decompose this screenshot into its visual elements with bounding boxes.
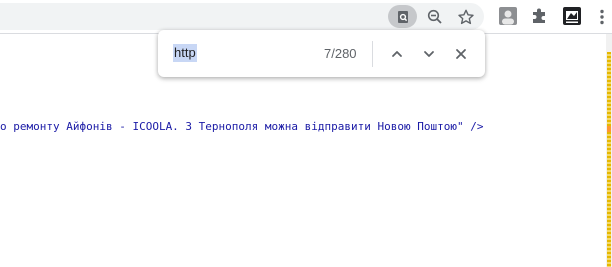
find-bar: http 7/280	[158, 30, 485, 77]
close-icon	[456, 49, 466, 59]
puzzle-icon[interactable]	[529, 6, 549, 26]
extension-dark-icon[interactable]	[563, 7, 581, 25]
kebab-menu-icon[interactable]	[595, 5, 609, 28]
extension-avatar-icon[interactable]	[499, 7, 517, 25]
chevron-up-icon	[392, 51, 402, 57]
find-separator	[372, 41, 373, 67]
match-marks	[607, 52, 611, 267]
scrollbar-match-markers[interactable]	[606, 34, 612, 267]
find-match-count: 7/280	[324, 46, 357, 61]
previous-match-button[interactable]	[385, 42, 409, 66]
close-find-button[interactable]	[449, 42, 473, 66]
star-icon[interactable]	[454, 5, 478, 28]
chevron-down-icon	[424, 51, 434, 57]
source-code-line: о ремонту Айфонів - ICOOLA. З Тернополя …	[0, 120, 484, 133]
find-in-page-icon[interactable]	[388, 5, 417, 28]
zoom-icon[interactable]	[423, 5, 447, 28]
next-match-button[interactable]	[417, 42, 441, 66]
find-input[interactable]: http	[173, 44, 197, 62]
browser-toolbar	[0, 0, 612, 33]
current-match-mark	[607, 126, 611, 132]
